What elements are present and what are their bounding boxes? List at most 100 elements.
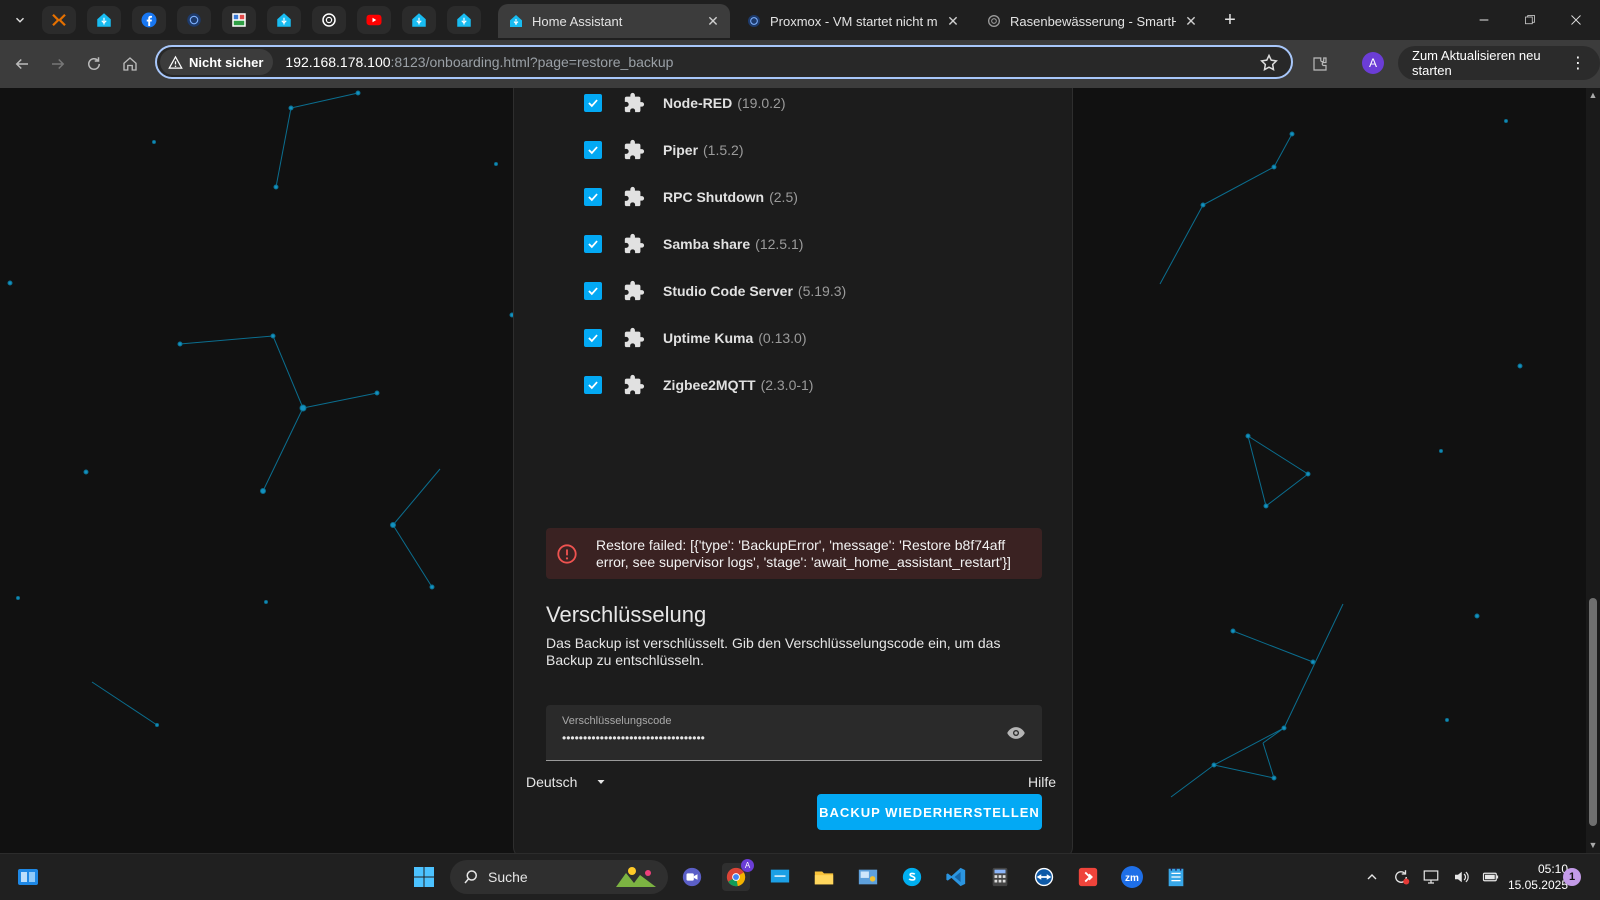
taskbar-rdp[interactable]: [766, 863, 794, 891]
windows-taskbar: Suche A zm 05:10 15.05.2025 1: [0, 853, 1600, 900]
widgets-icon: [18, 869, 38, 885]
widgets-button[interactable]: [14, 863, 42, 891]
tab-bar: Home Assistant ✕ Proxmox - VM startet ni…: [0, 0, 1600, 40]
ai-assistant-icon: [187, 13, 201, 27]
checkbox-checked[interactable]: [584, 188, 602, 206]
pinned-tab-home-assistant-1[interactable]: [87, 6, 121, 34]
scroll-up-icon[interactable]: ▲: [1588, 90, 1598, 100]
list-item[interactable]: Samba share (12.5.1): [584, 232, 803, 256]
restore-window-icon: [1525, 15, 1535, 25]
tab-rasenbewaesserung[interactable]: Rasenbewässerung - SmartHome ✕: [976, 4, 1208, 38]
pinned-tab-facebook[interactable]: [132, 6, 166, 34]
list-item[interactable]: Piper (1.5.2): [584, 138, 743, 162]
address-bar[interactable]: Nicht sicher 192.168.178.100:8123/onboar…: [155, 45, 1293, 79]
section-title: Verschlüsselung: [546, 602, 707, 627]
home-assistant-icon: [412, 13, 426, 27]
proxmox-icon: [52, 13, 66, 27]
taskbar-chrome[interactable]: A: [722, 859, 754, 891]
url-text: 192.168.178.100:8123/onboarding.html?pag…: [285, 54, 673, 70]
minimize-button[interactable]: [1470, 8, 1498, 32]
notification-badge[interactable]: 1: [1563, 868, 1581, 886]
taskbar-zoneminder[interactable]: zm: [1118, 863, 1146, 891]
search-icon: [464, 870, 477, 884]
taskbar-explorer[interactable]: [810, 863, 838, 891]
encryption-code-input[interactable]: Verschlüsselungscode •••••••••••••••••••…: [546, 705, 1042, 761]
scroll-down-icon[interactable]: ▼: [1588, 840, 1598, 850]
eye-icon[interactable]: [1006, 723, 1026, 743]
taskbar-teamviewer[interactable]: [1030, 863, 1058, 891]
pinned-tab-home-assistant-2[interactable]: [267, 6, 301, 34]
reload-button[interactable]: [82, 52, 106, 76]
new-tab-button[interactable]: +: [1216, 6, 1244, 34]
scroll-thumb[interactable]: [1589, 598, 1597, 826]
checkbox-checked[interactable]: [584, 282, 602, 300]
taskbar-calculator[interactable]: [986, 863, 1014, 891]
network-icon[interactable]: [1422, 868, 1440, 886]
pinned-tab-home-assistant-3[interactable]: [402, 6, 436, 34]
youtube-icon: [366, 14, 382, 26]
language-select[interactable]: Deutsch: [526, 774, 607, 790]
system-clock[interactable]: 05:10 15.05.2025: [1492, 861, 1568, 893]
pinned-tab-dashboard[interactable]: [222, 6, 256, 34]
list-item[interactable]: RPC Shutdown (2.5): [584, 185, 798, 209]
tab-title: Home Assistant: [532, 13, 623, 29]
checkbox-checked[interactable]: [584, 329, 602, 347]
checkbox-checked[interactable]: [584, 94, 602, 112]
security-indicator[interactable]: Nicht sicher: [160, 49, 274, 75]
list-item[interactable]: Zigbee2MQTT (2.3.0-1): [584, 373, 813, 397]
close-tab-icon[interactable]: ✕: [706, 13, 720, 30]
reload-icon: [88, 57, 100, 70]
help-link[interactable]: Hilfe: [1028, 774, 1056, 790]
taskbar-skype[interactable]: [898, 863, 926, 891]
taskbar-search[interactable]: Suche: [450, 860, 668, 894]
windows-logo-icon: [414, 867, 434, 887]
taskbar-vscode[interactable]: [942, 863, 970, 891]
restart-to-update-button[interactable]: Zum Aktualisieren neu starten ⋮: [1398, 46, 1600, 80]
search-label: Suche: [488, 869, 528, 885]
bookmark-star-icon[interactable]: [1259, 53, 1279, 73]
list-item[interactable]: Node-RED (19.0.2): [584, 91, 785, 115]
pinned-tab-ai-assistant[interactable]: [177, 6, 211, 34]
taskbar-control-panel[interactable]: [854, 863, 882, 891]
tab-proxmox[interactable]: Proxmox - VM startet nicht mehr ✕: [736, 4, 970, 38]
forward-button[interactable]: [46, 52, 70, 76]
start-button[interactable]: [410, 863, 438, 891]
tab-title: Proxmox - VM startet nicht mehr: [770, 13, 938, 29]
home-button[interactable]: [118, 52, 142, 76]
chatgpt-icon: [986, 13, 1002, 29]
list-item[interactable]: Uptime Kuma (0.13.0): [584, 326, 806, 350]
taskbar-anydesk[interactable]: [1074, 863, 1102, 891]
taskbar-notepad[interactable]: [1162, 863, 1190, 891]
restore-window-button[interactable]: [1516, 8, 1544, 32]
page-scrollbar[interactable]: ▲ ▼: [1586, 88, 1600, 853]
addon-name: Studio Code Server: [663, 283, 793, 299]
back-button[interactable]: [10, 52, 34, 76]
extensions-button[interactable]: [1308, 52, 1332, 76]
list-item[interactable]: Studio Code Server (5.19.3): [584, 279, 846, 303]
tab-home-assistant[interactable]: Home Assistant ✕: [498, 4, 730, 38]
pinned-tab-youtube[interactable]: [357, 6, 391, 34]
close-tab-icon[interactable]: ✕: [1184, 13, 1198, 30]
profile-avatar[interactable]: A: [1362, 52, 1384, 74]
chrome-profile-badge: A: [741, 859, 754, 872]
pinned-tab-home-assistant-4[interactable]: [447, 6, 481, 34]
arrow-left-icon: [15, 58, 28, 70]
checkbox-checked[interactable]: [584, 235, 602, 253]
checkbox-checked[interactable]: [584, 141, 602, 159]
close-window-button[interactable]: [1562, 8, 1590, 32]
restore-backup-button[interactable]: BACKUP WIEDERHERSTELLEN: [817, 794, 1042, 830]
close-tab-icon[interactable]: ✕: [946, 13, 960, 30]
pinned-tab-proxmox[interactable]: [42, 6, 76, 34]
addon-name: Zigbee2MQTT: [663, 377, 756, 393]
taskbar-teams[interactable]: [678, 863, 706, 891]
pinned-tab-chatgpt[interactable]: [312, 6, 346, 34]
error-alert: Restore failed: [{'type': 'BackupError',…: [546, 528, 1042, 579]
addon-version: (1.5.2): [703, 142, 744, 158]
volume-icon[interactable]: [1452, 868, 1470, 886]
tab-search-button[interactable]: [8, 6, 32, 34]
chevron-up-icon[interactable]: [1364, 869, 1380, 885]
more-menu-icon[interactable]: ⋮: [1570, 53, 1586, 73]
error-circle-icon: [557, 543, 577, 564]
checkbox-checked[interactable]: [584, 376, 602, 394]
sync-icon[interactable]: [1392, 868, 1410, 886]
